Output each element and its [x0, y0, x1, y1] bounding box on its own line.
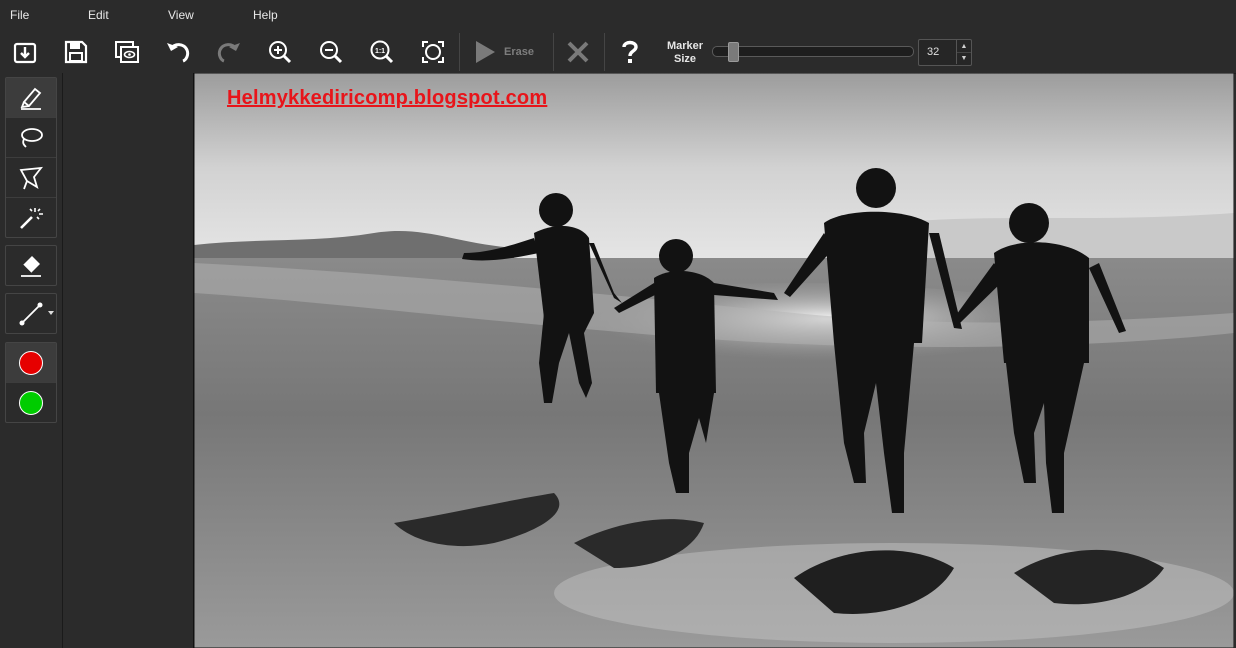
marker-size-value[interactable]: 32: [927, 46, 939, 58]
menu-edit[interactable]: Edit: [88, 8, 109, 22]
polygon-lasso-tool[interactable]: [6, 158, 56, 198]
line-tools-group: [5, 293, 57, 334]
fit-screen-button[interactable]: [416, 35, 450, 69]
marker-size-label: Marker Size: [660, 40, 710, 66]
zoom-out-icon: [320, 41, 343, 64]
undo-icon: [167, 43, 190, 63]
erase-button[interactable]: Erase: [470, 35, 550, 69]
fit-screen-icon: [422, 41, 444, 63]
svg-text:1:1: 1:1: [375, 48, 385, 55]
cancel-button[interactable]: [561, 35, 595, 69]
redo-icon: [217, 43, 240, 63]
magic-wand-tool[interactable]: [6, 198, 56, 237]
actual-size-icon: 1:1: [370, 40, 394, 64]
zoom-out-button[interactable]: [314, 35, 348, 69]
menu-bar: File Edit View Help: [0, 0, 1236, 31]
open-icon: [13, 42, 37, 64]
zoom-in-button[interactable]: [263, 35, 297, 69]
beach-photo: [194, 73, 1234, 648]
line-tool[interactable]: [6, 294, 56, 333]
preview-icon: [115, 41, 139, 63]
zoom-in-icon: [269, 41, 292, 64]
question-icon: [622, 40, 638, 63]
marker-size-slider-handle[interactable]: [728, 42, 740, 62]
marker-size-label-line1: Marker: [666, 40, 704, 52]
redo-button[interactable]: [212, 35, 246, 69]
save-button[interactable]: [59, 35, 93, 69]
lasso-tool-icon: [21, 127, 43, 148]
line-tool-icon: [19, 302, 43, 325]
green-color-icon: [19, 390, 43, 415]
actual-size-button[interactable]: 1:1: [365, 35, 399, 69]
menu-file[interactable]: File: [10, 8, 29, 22]
eraser-tools-group: [5, 245, 57, 286]
red-color-icon: [19, 350, 43, 375]
menu-help[interactable]: Help: [253, 8, 278, 22]
undo-button[interactable]: [161, 35, 195, 69]
canvas-backdrop: [63, 73, 193, 648]
marker-size-slider[interactable]: [712, 46, 914, 57]
erase-label: Erase: [504, 46, 534, 58]
lasso-tool[interactable]: [6, 118, 56, 158]
menu-view[interactable]: View: [168, 8, 194, 22]
close-icon: [567, 41, 589, 63]
stepper-down-icon[interactable]: ▼: [956, 52, 971, 64]
chevron-down-icon[interactable]: [48, 311, 54, 315]
background-color-swatch[interactable]: [6, 383, 56, 422]
marker-size-label-line2: Size: [673, 53, 696, 65]
marker-tool[interactable]: [6, 78, 56, 118]
image-canvas[interactable]: Helmykkediricomp.blogspot.com: [193, 73, 1234, 648]
eraser-tool-icon: [21, 255, 41, 277]
preview-button[interactable]: [110, 35, 144, 69]
color-group: [5, 342, 57, 423]
open-button[interactable]: [8, 35, 42, 69]
toolbar-separator: [553, 33, 554, 71]
toolbar-separator: [604, 33, 605, 71]
selection-tools-group: [5, 77, 57, 238]
polygon-lasso-tool-icon: [19, 166, 43, 189]
foreground-color-swatch[interactable]: [6, 343, 56, 383]
save-icon: [64, 40, 88, 64]
toolbar: 1:1 Erase Marker Size: [0, 31, 1236, 74]
tool-panel: [0, 73, 63, 648]
watermark-link[interactable]: Helmykkediricomp.blogspot.com: [227, 87, 547, 110]
play-icon: [476, 41, 495, 63]
magic-wand-tool-icon: [20, 207, 43, 229]
toolbar-separator: [459, 33, 460, 71]
marker-tool-icon: [20, 87, 42, 110]
help-button[interactable]: [613, 35, 647, 69]
eraser-tool[interactable]: [6, 246, 56, 285]
marker-size-stepper[interactable]: 32 ▲ ▼: [918, 39, 972, 66]
